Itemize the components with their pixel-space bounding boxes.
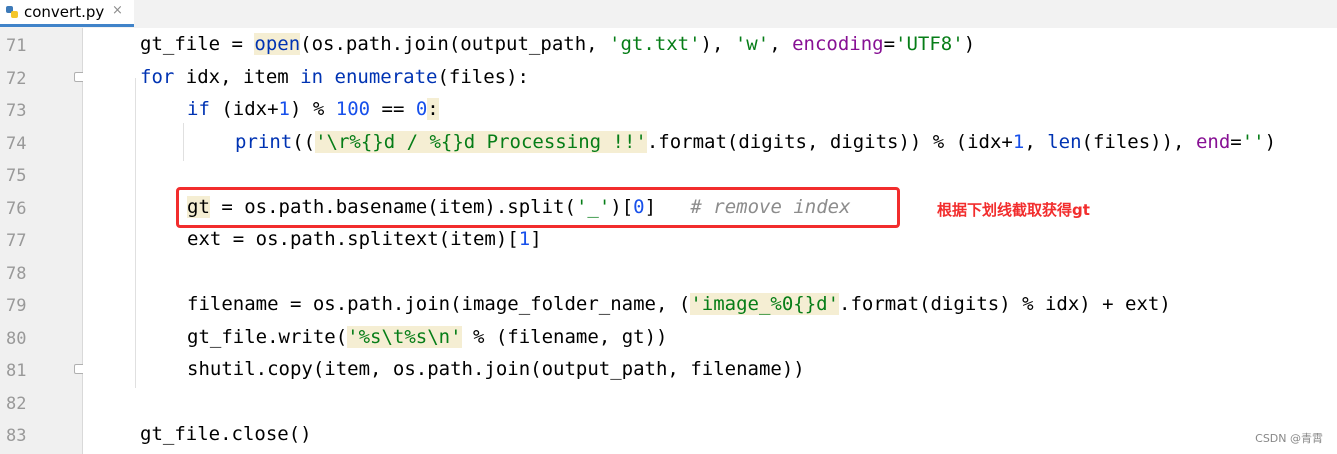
- code-line-79: filename = os.path.join(image_folder_nam…: [187, 293, 1171, 315]
- code-editor[interactable]: gt_file = open(os.path.join(output_path,…: [83, 28, 1337, 454]
- indent-guide: [183, 123, 184, 161]
- code-line-80: gt_file.write('%s\t%s\n' % (filename, gt…: [187, 326, 668, 348]
- line-number: 80: [6, 329, 27, 349]
- highlight-box: [176, 187, 900, 228]
- line-number: 71: [6, 36, 27, 56]
- line-number: 76: [6, 199, 27, 219]
- code-line-77: ext = os.path.splitext(item)[1]: [187, 228, 542, 250]
- code-line-72: for idx, item in enumerate(files):: [140, 66, 529, 88]
- line-number: 78: [6, 264, 27, 284]
- code-line-73: if (idx+1) % 100 == 0:: [187, 98, 439, 120]
- line-number: 79: [6, 296, 27, 316]
- line-number: 83: [6, 426, 27, 446]
- editor-tab-bar: convert.py ×: [0, 0, 1337, 29]
- line-number: 73: [6, 101, 27, 121]
- code-line-74: print(('\r%{}d / %{}d Processing !!'.for…: [235, 131, 1277, 153]
- close-icon[interactable]: ×: [112, 3, 123, 18]
- line-number: 81: [6, 361, 27, 381]
- annotation-text: 根据下划线截取获得gt: [937, 201, 1090, 219]
- python-file-icon: [6, 6, 18, 18]
- line-number-gutter: 71 72 73 74 75 76 77 78 79 80 81 82 83: [0, 28, 86, 454]
- code-line-83: gt_file.close(): [140, 423, 312, 445]
- line-number: 82: [6, 394, 27, 414]
- indent-guide: [135, 78, 136, 388]
- line-number: 74: [6, 134, 27, 154]
- line-number: 77: [6, 231, 27, 251]
- tab-label: convert.py: [24, 3, 105, 21]
- code-line-81: shutil.copy(item, os.path.join(output_pa…: [187, 358, 805, 380]
- watermark: CSDN @青霄: [1255, 432, 1323, 445]
- code-line-71: gt_file = open(os.path.join(output_path,…: [140, 33, 976, 55]
- line-number: 72: [6, 69, 27, 89]
- line-number: 75: [6, 166, 27, 186]
- tab-convert-py[interactable]: convert.py ×: [0, 0, 134, 27]
